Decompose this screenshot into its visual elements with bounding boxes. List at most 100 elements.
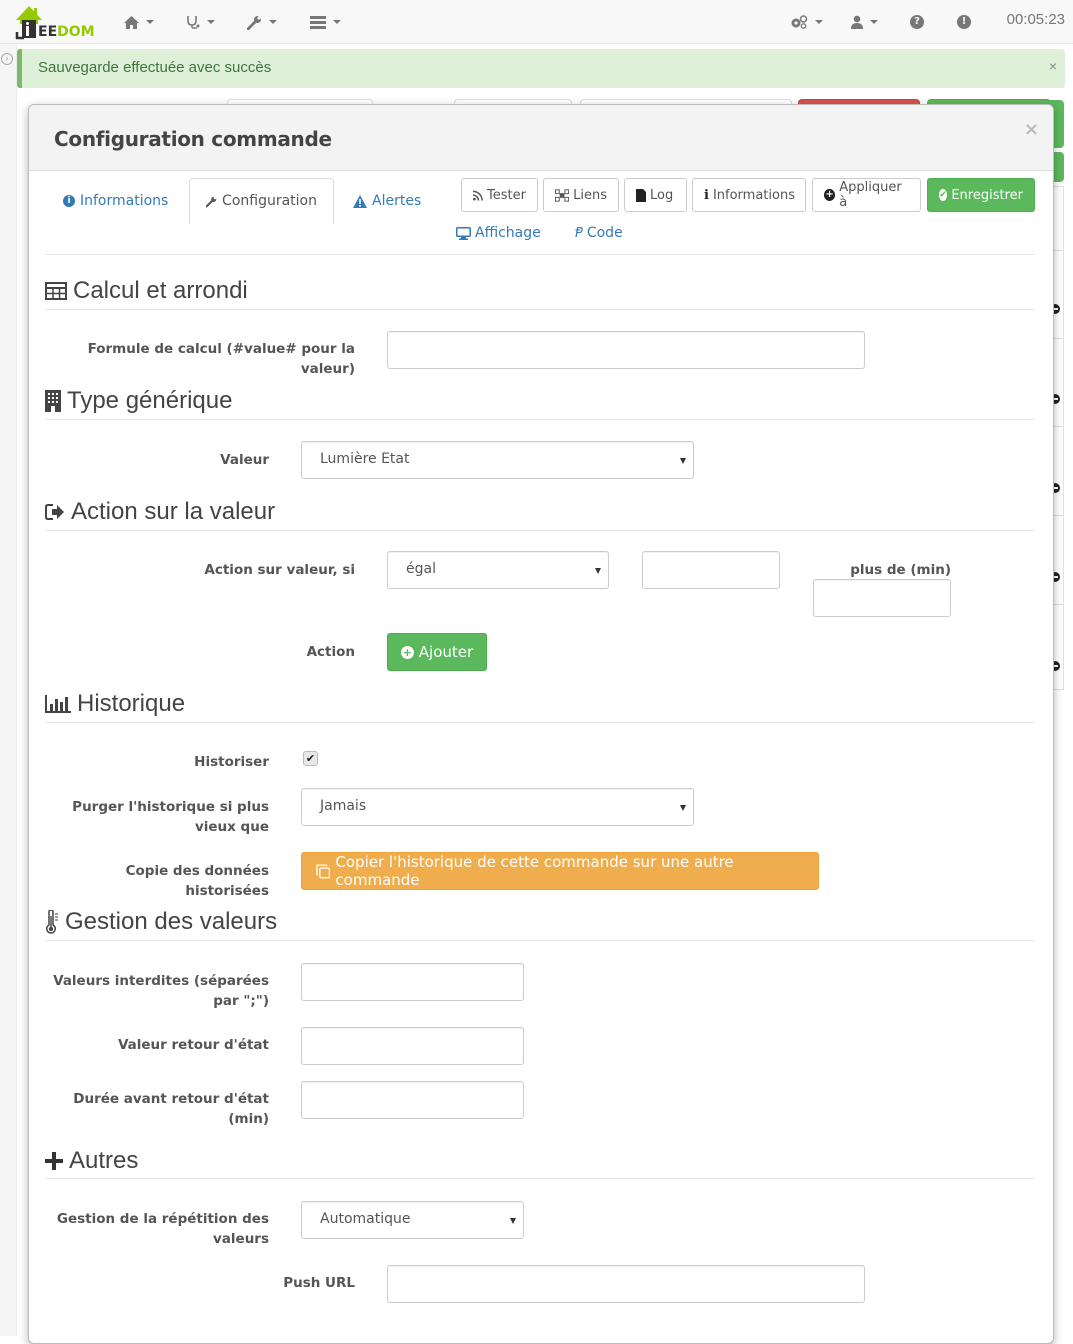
building-icon xyxy=(45,390,61,412)
appliquer-button[interactable]: + Appliquer à xyxy=(812,178,921,212)
tab-label: Alertes xyxy=(372,193,422,209)
exclamation-circle-icon: ! xyxy=(957,15,971,29)
user-menu[interactable] xyxy=(851,12,878,32)
formule-input[interactable] xyxy=(387,331,865,369)
action-label: Action xyxy=(306,644,355,660)
success-alert: Sauvegarde effectuée avec succès × xyxy=(17,49,1065,88)
caret-down-icon xyxy=(815,20,823,24)
copie-label: Copie des données historisées xyxy=(125,863,269,899)
caret-down-icon xyxy=(207,20,215,24)
log-button[interactable]: Log xyxy=(624,178,687,212)
historiser-label: Historiser xyxy=(194,754,269,770)
button-label: Enregistrer xyxy=(951,187,1023,203)
repetition-label: Gestion de la répétition des valeurs xyxy=(56,1211,269,1247)
copy-history-button[interactable]: Copier l'historique de cette commande su… xyxy=(301,852,819,890)
table-icon xyxy=(45,282,67,300)
background-row-divider xyxy=(1053,515,1064,516)
logo-text: EEDOM xyxy=(38,24,95,40)
compare-value-input[interactable] xyxy=(642,551,780,589)
informations-button[interactable]: i Informations xyxy=(692,178,806,212)
ajouter-action-button[interactable]: + Ajouter xyxy=(387,633,487,671)
sign-out-icon xyxy=(45,504,64,520)
section-autres-header: Autres xyxy=(45,1147,138,1175)
alert-close-button[interactable]: × xyxy=(1049,58,1057,74)
section-title: Gestion des valeurs xyxy=(65,908,278,935)
modal-title: Configuration commande xyxy=(54,127,332,151)
valeur-label: Valeur xyxy=(220,452,269,468)
tab-label: Code xyxy=(586,225,623,241)
push-url-input[interactable] xyxy=(387,1265,865,1303)
duree-retour-input[interactable] xyxy=(301,1081,524,1119)
duree-retour-label: Durée avant retour d'état (min) xyxy=(73,1091,269,1127)
enregistrer-button[interactable]: ✔ Enregistrer xyxy=(927,178,1035,212)
purger-select[interactable]: Jamais xyxy=(301,788,694,826)
valeur-retour-input[interactable] xyxy=(301,1027,524,1065)
plus-de-input[interactable] xyxy=(813,579,951,617)
background-row-divider xyxy=(1053,338,1064,339)
tab-label: Affichage xyxy=(475,225,541,241)
button-label: Log xyxy=(650,187,674,203)
repetition-select[interactable]: Automatique xyxy=(301,1201,524,1239)
jeedom-logo[interactable]: EEDOM xyxy=(14,4,95,40)
select-value: Lumière Etat xyxy=(320,451,410,467)
tab-code[interactable]: Ᵽ Code xyxy=(575,225,623,241)
tools-menu[interactable] xyxy=(247,12,277,32)
caret-down-icon xyxy=(146,20,154,24)
section-title: Calcul et arrondi xyxy=(73,277,248,304)
plus-circle-icon: + xyxy=(824,189,836,201)
section-gestion-header: Gestion des valeurs xyxy=(45,908,277,936)
background-row-divider xyxy=(1053,604,1064,605)
cogs-icon xyxy=(791,15,808,29)
home-menu[interactable] xyxy=(124,12,154,32)
alert-message: Sauvegarde effectuée avec succès xyxy=(38,59,272,76)
modal-header: Configuration commande × xyxy=(29,105,1053,171)
health-menu[interactable] xyxy=(186,12,215,32)
home-icon xyxy=(124,15,139,29)
section-type-header: Type générique xyxy=(45,387,232,415)
section-action-header: Action sur la valeur xyxy=(45,498,275,526)
file-icon xyxy=(636,188,646,202)
info-icon: i xyxy=(704,187,709,203)
expand-sidebar-icon[interactable]: › xyxy=(1,53,13,65)
historiser-checkbox[interactable]: ✔ xyxy=(303,751,318,766)
tab-label: Configuration xyxy=(222,193,317,209)
caret-down-icon xyxy=(870,20,878,24)
tab-affichage[interactable]: Affichage xyxy=(456,225,541,241)
generic-type-select[interactable]: Lumière Etat xyxy=(301,441,694,479)
select-value: Jamais xyxy=(320,798,367,814)
copy-icon xyxy=(316,864,331,878)
caret-down-icon xyxy=(269,20,277,24)
button-label: Ajouter xyxy=(418,643,474,661)
warning-icon xyxy=(353,194,367,208)
section-calcul-header: Calcul et arrondi xyxy=(45,277,248,305)
user-icon xyxy=(851,15,863,29)
section-divider xyxy=(45,530,1035,531)
caret-down-icon xyxy=(333,20,341,24)
action-si-label: Action sur valeur, si xyxy=(204,562,355,578)
plugins-menu[interactable] xyxy=(310,12,341,32)
plus-de-label: plus de (min) xyxy=(850,562,951,578)
button-label: Informations xyxy=(712,187,795,203)
select-value: égal xyxy=(406,561,436,577)
settings-menu[interactable] xyxy=(790,12,823,32)
top-navbar: EEDOM ? ! 00:05:23 xyxy=(0,0,1073,44)
operator-select[interactable]: égal xyxy=(387,551,609,589)
rss-icon xyxy=(473,190,483,201)
tab-configuration[interactable]: Configuration xyxy=(189,178,334,224)
plus-circle-icon: + xyxy=(400,645,414,659)
liens-button[interactable]: Liens xyxy=(543,178,619,212)
question-circle-icon: ? xyxy=(910,15,924,29)
wrench-icon xyxy=(247,15,261,30)
valeurs-interdites-input[interactable] xyxy=(301,963,524,1001)
tab-alertes[interactable]: Alertes xyxy=(337,178,437,224)
left-gutter xyxy=(0,44,17,1336)
help-button[interactable]: ? xyxy=(910,12,924,32)
valeur-retour-label: Valeur retour d'état xyxy=(117,1037,269,1053)
messages-button[interactable]: ! xyxy=(957,12,971,32)
tester-button[interactable]: Tester xyxy=(461,178,538,212)
modal-close-button[interactable]: × xyxy=(1024,119,1039,140)
tab-informations[interactable]: i Informations xyxy=(47,178,184,224)
section-title: Historique xyxy=(77,690,186,717)
section-title: Action sur la valeur xyxy=(71,498,276,525)
push-url-label: Push URL xyxy=(283,1275,355,1291)
